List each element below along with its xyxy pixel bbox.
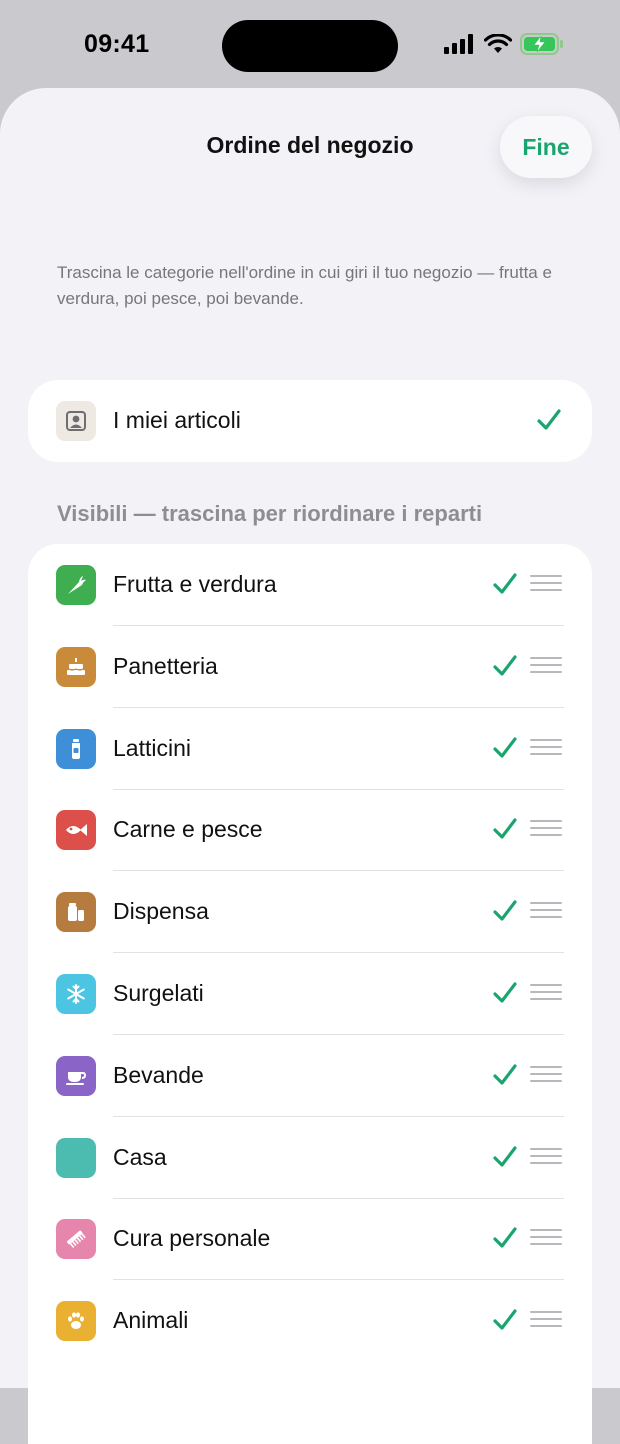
store-order-sheet: Ordine del negozio Fine Trascina le cate…: [0, 88, 620, 1444]
category-label: Bevande: [113, 1061, 204, 1088]
paw-icon: [56, 1301, 96, 1342]
cellular-signal-icon: [444, 34, 473, 54]
carrot-icon: [56, 565, 96, 605]
category-label: Frutta e verdura: [113, 571, 277, 597]
milk-bottle-icon: [56, 728, 96, 769]
drag-handle-icon[interactable]: [530, 984, 562, 1002]
dynamic-island: [222, 20, 398, 72]
checkmark-icon[interactable]: [492, 735, 518, 761]
status-time: 09:41: [84, 30, 150, 58]
category-row[interactable]: Carne e pesce: [28, 789, 592, 872]
comb-icon: [56, 1219, 96, 1260]
checkmark-icon: [537, 409, 561, 430]
checkmark-icon[interactable]: [492, 980, 518, 1006]
drag-handle-icon[interactable]: [530, 1229, 562, 1247]
category-row[interactable]: Latticini: [28, 708, 592, 790]
checkmark-icon[interactable]: [492, 1144, 518, 1170]
checkmark-icon[interactable]: [492, 816, 518, 842]
category-row[interactable]: Frutta e verdura: [28, 544, 592, 626]
fish-icon: [56, 810, 96, 851]
wifi-icon: [484, 34, 512, 53]
category-row[interactable]: Dispensa: [28, 871, 592, 954]
status-bar: 09:41: [0, 0, 620, 92]
helper-text: Trascina le categorie nell'ordine in cui…: [57, 263, 552, 308]
cake-icon: [56, 646, 96, 687]
category-label: Casa: [113, 1143, 167, 1170]
my-items-row[interactable]: I miei articoli: [28, 380, 592, 462]
pantry-jars-icon: [56, 892, 96, 933]
drag-handle-icon[interactable]: [530, 738, 562, 757]
cup-icon: [56, 1055, 96, 1096]
status-icons: [444, 33, 564, 55]
done-button[interactable]: Fine: [500, 116, 592, 178]
drag-handle-icon[interactable]: [530, 820, 562, 838]
battery-charging-icon: [520, 33, 563, 55]
drag-handle-icon[interactable]: [530, 1311, 562, 1329]
category-row[interactable]: Panetteria: [28, 626, 592, 708]
checkmark-icon[interactable]: [492, 653, 518, 679]
category-row[interactable]: Surgelati: [28, 953, 592, 1035]
category-row[interactable]: Cura personale: [28, 1198, 592, 1281]
checkmark-icon[interactable]: [492, 1062, 518, 1088]
drag-handle-icon[interactable]: [530, 902, 562, 920]
drag-handle-icon[interactable]: [530, 1065, 562, 1084]
drag-handle-icon[interactable]: [530, 575, 562, 593]
checkmark-icon[interactable]: [492, 571, 518, 597]
category-label: Panetteria: [113, 652, 218, 679]
category-label: Dispensa: [113, 898, 209, 925]
home-icon: [56, 1137, 96, 1178]
category-list: Frutta e verdura Panetteria Latticini Carne…: [28, 544, 592, 1444]
section-header: Visibili — trascina per riordinare i rep…: [57, 501, 483, 526]
drag-handle-icon[interactable]: [530, 656, 562, 675]
my-items-label: I miei articoli: [113, 407, 241, 433]
category-label: Carne e pesce: [113, 816, 263, 843]
category-label: Animali: [113, 1307, 189, 1334]
category-label: Surgelati: [113, 980, 204, 1006]
checkmark-icon[interactable]: [492, 1307, 518, 1333]
checkmark-icon[interactable]: [492, 1225, 518, 1251]
category-row[interactable]: Bevande: [28, 1035, 592, 1117]
category-label: Cura personale: [113, 1225, 271, 1252]
checkmark-icon[interactable]: [492, 898, 518, 924]
category-label: Latticini: [113, 734, 191, 761]
snowflake-icon: [56, 974, 96, 1014]
person-square-icon: [56, 401, 96, 441]
category-row[interactable]: Animali: [28, 1280, 592, 1362]
category-row[interactable]: Casa: [28, 1117, 592, 1199]
drag-handle-icon[interactable]: [530, 1147, 562, 1166]
